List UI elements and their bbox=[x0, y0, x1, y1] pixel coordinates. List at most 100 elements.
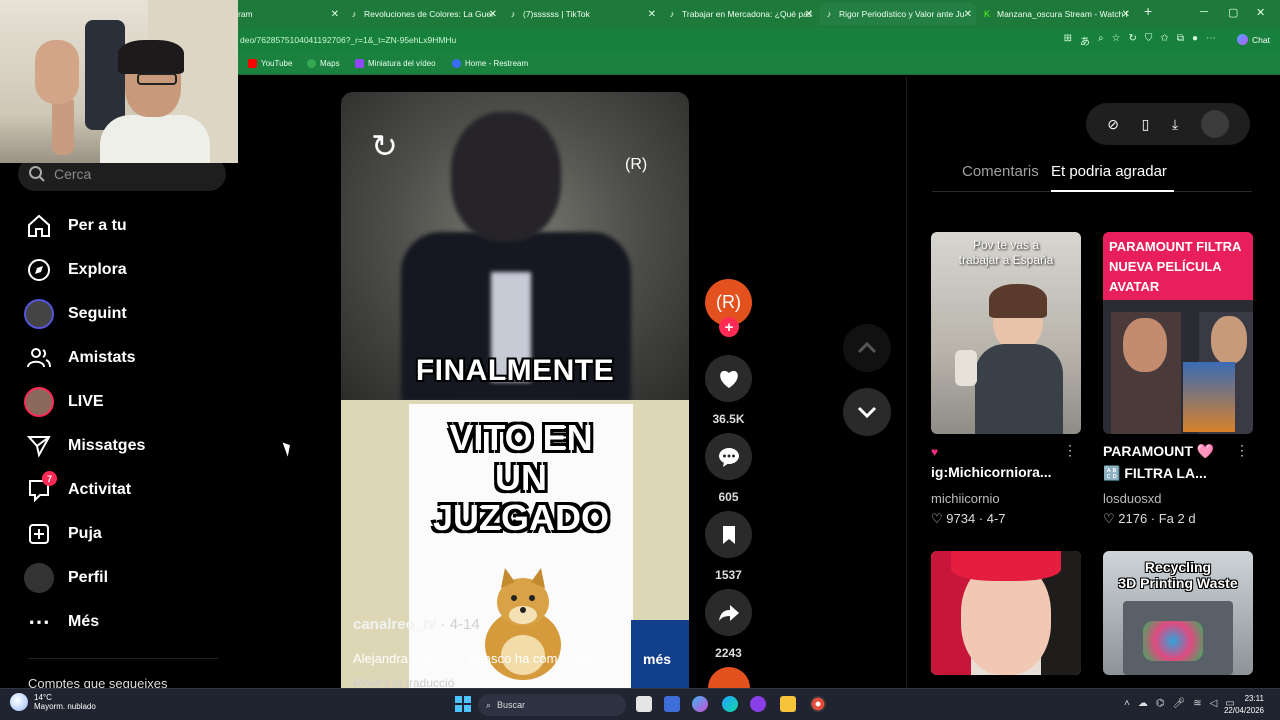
video-author[interactable]: canalreo_tv · 4-14 bbox=[353, 616, 480, 633]
card-username[interactable]: michiicornio bbox=[931, 491, 1000, 506]
windows-start-icon[interactable] bbox=[455, 696, 471, 712]
zoom-icon[interactable]: ⌕ bbox=[1098, 33, 1104, 48]
edge-icon[interactable] bbox=[722, 696, 738, 712]
file-explorer-icon[interactable] bbox=[780, 696, 796, 712]
refresh-icon[interactable]: ↻ bbox=[1129, 33, 1137, 48]
cloud-icon[interactable]: ☁ bbox=[1138, 698, 1148, 709]
maximize-icon[interactable]: ▢ bbox=[1228, 6, 1238, 19]
comment-action[interactable]: 605 bbox=[705, 433, 752, 504]
heart-icon[interactable] bbox=[705, 355, 752, 402]
suggested-video-card[interactable]: Pov te vas a trabajar a España ♥ ig:Michi… bbox=[931, 232, 1081, 530]
bookmark-restream[interactable]: Home - Restream bbox=[452, 59, 528, 68]
card-title[interactable]: ♥ ig:Michicorniora... bbox=[931, 443, 1081, 480]
minimize-icon[interactable]: ─ bbox=[1200, 6, 1208, 18]
suggested-video-card[interactable] bbox=[931, 551, 1081, 675]
download-icon[interactable]: ⤓ bbox=[1172, 116, 1178, 133]
microphone-icon[interactable]: 🎤︎ bbox=[1173, 698, 1186, 709]
close-tab-icon[interactable]: ✕ bbox=[489, 9, 497, 20]
sidebar-item-following[interactable]: Seguint bbox=[24, 299, 127, 329]
sidebar-item-label: Més bbox=[68, 613, 100, 630]
sidebar-item-upload[interactable]: Puja bbox=[24, 519, 102, 549]
new-tab-icon[interactable]: + bbox=[1144, 3, 1152, 19]
more-button[interactable]: més bbox=[643, 651, 671, 667]
clock[interactable]: 23:11 22/04/2026 bbox=[1224, 693, 1264, 717]
bookmark-maps[interactable]: Maps bbox=[307, 59, 340, 68]
previous-video-button[interactable] bbox=[843, 324, 891, 372]
browser-tab[interactable]: ♪ (7)ssssss | TikTok ✕ bbox=[508, 3, 660, 25]
browser-tab[interactable]: K Manzana_oscura Stream - Watch l ✕ bbox=[982, 3, 1134, 25]
card-title-text: ig:Michicorniora... bbox=[931, 464, 1052, 480]
sidebar-item-friends[interactable]: Amistats bbox=[24, 343, 136, 373]
browser-tab[interactable]: ram ✕ bbox=[238, 3, 343, 25]
save-action[interactable]: 1537 bbox=[705, 511, 752, 582]
collections-icon[interactable]: ✩ bbox=[1160, 33, 1168, 48]
mobile-icon[interactable]: ▯ bbox=[1142, 116, 1150, 133]
apps-icon[interactable]: ⊞ bbox=[1064, 33, 1072, 48]
bookmark-thumbnail[interactable]: Miniatura del vídeo bbox=[355, 59, 436, 68]
video-thumbnail[interactable] bbox=[931, 551, 1081, 675]
video-thumbnail[interactable]: Recycling 3D Printing Waste bbox=[1103, 551, 1253, 675]
close-tab-icon[interactable]: ✕ bbox=[331, 9, 339, 20]
weather-widget[interactable]: 14°C Mayorm. nublado bbox=[10, 693, 96, 711]
task-view-icon[interactable] bbox=[636, 696, 652, 712]
card-menu-icon[interactable]: ⋮ bbox=[1235, 442, 1249, 459]
app-icon[interactable] bbox=[750, 696, 766, 712]
comment-icon[interactable] bbox=[705, 433, 752, 480]
url-text[interactable]: deo/7628575104041192706?_r=1&_t=ZN-95ehL… bbox=[240, 35, 456, 45]
browser-tab-active[interactable]: ♪ Rigor Periodístico y Valor ante Ju ✕ bbox=[820, 3, 976, 25]
next-video-button[interactable] bbox=[843, 388, 891, 436]
sidebar-item-explore[interactable]: Explora bbox=[24, 255, 127, 285]
sidebar-item-profile[interactable]: Perfil bbox=[24, 563, 108, 593]
copilot-chat-button[interactable]: Chat bbox=[1237, 34, 1270, 45]
like-action[interactable]: 36.5K bbox=[705, 355, 752, 426]
shield-icon[interactable]: ⛉ bbox=[1145, 33, 1153, 48]
author-name[interactable]: canalreo_tv bbox=[353, 616, 436, 633]
copilot-icon[interactable] bbox=[692, 696, 708, 712]
profile-avatar-icon[interactable]: ● bbox=[1192, 33, 1198, 48]
share-action[interactable]: 2243 bbox=[705, 589, 752, 660]
taskbar-search[interactable]: ⌕ Buscar bbox=[478, 694, 626, 716]
sidebar-item-more[interactable]: ⋯ Més bbox=[24, 607, 99, 637]
extensions-icon[interactable]: ⧉ bbox=[1177, 33, 1184, 48]
sidebar-item-live[interactable]: LIVE bbox=[24, 387, 104, 417]
sidebar-item-for-you[interactable]: Per a tu bbox=[24, 211, 127, 241]
tiktok-icon[interactable]: ⊘ bbox=[1107, 116, 1119, 133]
close-tab-icon[interactable]: ✕ bbox=[805, 9, 813, 20]
tab-comments[interactable]: Comentaris bbox=[962, 163, 1039, 180]
store-icon[interactable] bbox=[664, 696, 680, 712]
card-menu-icon[interactable]: ⋮ bbox=[1063, 442, 1077, 459]
translate-icon[interactable]: あ bbox=[1080, 33, 1090, 48]
tab-you-may-like[interactable]: Et podria agradar bbox=[1051, 163, 1167, 180]
close-tab-icon[interactable]: ✕ bbox=[964, 9, 972, 20]
favorite-star-icon[interactable]: ☆ bbox=[1112, 33, 1121, 48]
close-tab-icon[interactable]: ✕ bbox=[648, 9, 656, 20]
volume-icon[interactable]: ◁ bbox=[1210, 698, 1218, 709]
card-title[interactable]: PARAMOUNT 🩷 🔠 FILTRA LA... bbox=[1103, 443, 1253, 482]
obs-icon[interactable] bbox=[810, 696, 826, 712]
card-username[interactable]: losduosxd bbox=[1103, 491, 1162, 506]
close-window-icon[interactable]: ✕ bbox=[1256, 6, 1265, 19]
network-icon[interactable]: ⌬ bbox=[1156, 698, 1165, 709]
bookmark-icon[interactable] bbox=[705, 511, 752, 558]
show-translation-link[interactable]: Mostra la traducció bbox=[353, 676, 454, 688]
close-tab-icon[interactable]: ✕ bbox=[1122, 9, 1130, 20]
card-stats: ♡ 2176 · Fa 2 d bbox=[1103, 511, 1196, 526]
suggested-video-card[interactable]: PARAMOUNT FILTRA NUEVA PELÍCULA AVATAR P… bbox=[1103, 232, 1253, 530]
webcam-arm bbox=[52, 95, 74, 155]
share-icon[interactable] bbox=[705, 589, 752, 636]
follow-plus-icon[interactable]: + bbox=[719, 317, 739, 337]
bookmark-youtube[interactable]: YouTube bbox=[248, 59, 292, 68]
video-thumbnail[interactable]: Pov te vas a trabajar a España bbox=[931, 232, 1081, 434]
browser-tab[interactable]: ♪ Revoluciones de Colores: La Guer ✕ bbox=[349, 3, 501, 25]
menu-dots-icon[interactable]: ⋯ bbox=[1206, 33, 1216, 48]
sidebar-item-activity[interactable]: 7 Activitat bbox=[24, 471, 131, 505]
video-player[interactable]: ↻ (R) FINALMENTE VITO EN UN JUZGADO cana… bbox=[341, 92, 689, 688]
suggested-video-card[interactable]: Recycling 3D Printing Waste bbox=[1103, 551, 1253, 675]
browser-tab[interactable]: ♪ Trabajar en Mercadona: ¿Qué pas ✕ bbox=[667, 3, 817, 25]
video-thumbnail[interactable]: PARAMOUNT FILTRA NUEVA PELÍCULA AVATAR bbox=[1103, 232, 1253, 434]
chevron-up-icon[interactable]: ˄ bbox=[1124, 698, 1130, 709]
user-avatar[interactable] bbox=[1200, 110, 1229, 138]
sidebar-item-messages[interactable]: Missatges bbox=[24, 431, 145, 461]
avatar bbox=[24, 299, 54, 329]
wifi-icon[interactable]: ≋ bbox=[1193, 698, 1201, 709]
